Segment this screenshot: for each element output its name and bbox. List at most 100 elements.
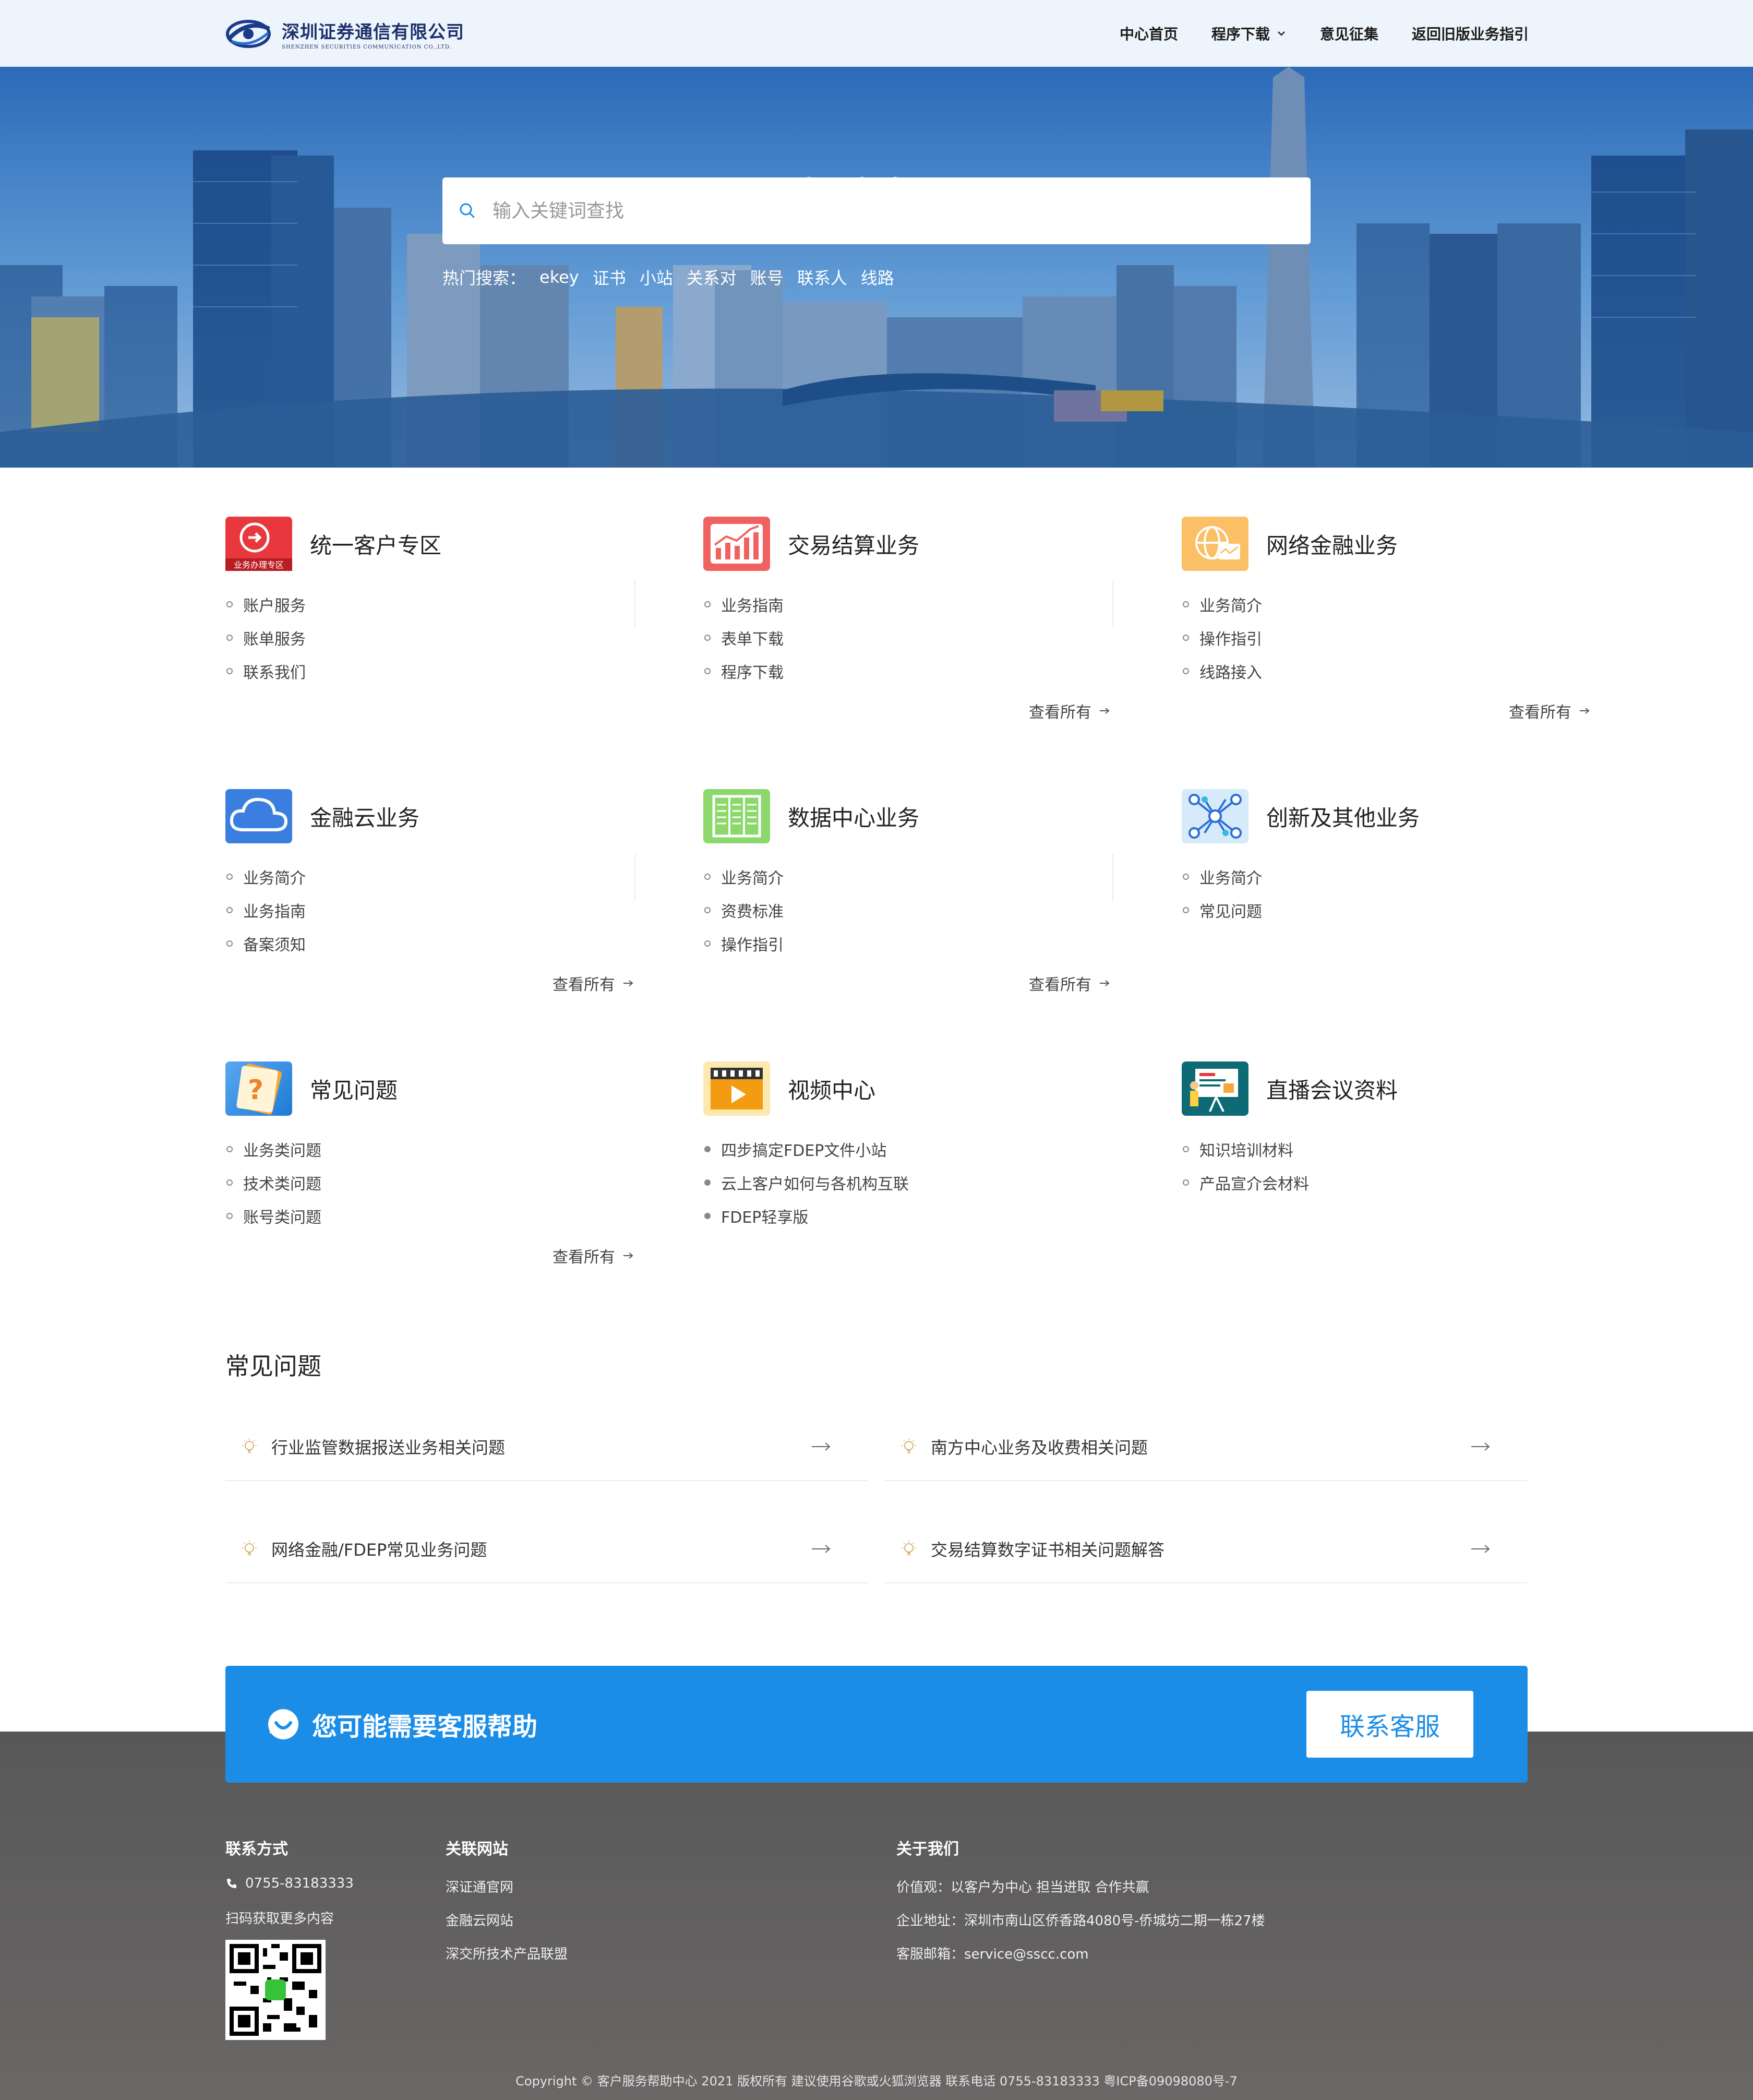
view-all-link[interactable]: 查看所有 xyxy=(1509,699,1590,722)
service-link[interactable]: 四步搞定FDEP文件小站 xyxy=(703,1132,1110,1166)
service-link[interactable]: 业务类问题 xyxy=(225,1132,632,1166)
view-all-link[interactable]: 查看所有 xyxy=(553,972,634,995)
service-link[interactable]: 产品宣介会材料 xyxy=(1182,1166,1589,1199)
service-link[interactable]: 备案须知 xyxy=(225,927,632,960)
service-link-label: 知识培训材料 xyxy=(1199,1142,1293,1160)
hot-tag-ekey[interactable]: ekey xyxy=(539,267,579,287)
hot-tag-cert[interactable]: 证书 xyxy=(593,265,626,289)
service-title[interactable]: 网络金融业务 xyxy=(1266,528,1398,560)
service-link[interactable]: 知识培训材料 xyxy=(1182,1132,1589,1166)
service-link[interactable]: 业务简介 xyxy=(703,860,1110,893)
view-all-label: 查看所有 xyxy=(1509,703,1571,722)
service-link-label: 操作指引 xyxy=(721,936,784,954)
service-link[interactable]: 资费标准 xyxy=(703,893,1110,927)
view-all-link[interactable]: 查看所有 xyxy=(1029,972,1110,995)
service-link[interactable]: 技术类问题 xyxy=(225,1166,632,1199)
service-link[interactable]: 联系我们 xyxy=(225,654,632,688)
service-link-label: 业务简介 xyxy=(243,869,306,888)
service-link-label: 操作指引 xyxy=(1199,630,1262,649)
service-title[interactable]: 创新及其他业务 xyxy=(1266,801,1420,832)
lightbulb-icon xyxy=(242,1541,257,1555)
service-link[interactable]: 常见问题 xyxy=(1182,893,1589,927)
presentation-board-icon[interactable] xyxy=(1182,1061,1248,1116)
network-nodes-icon[interactable] xyxy=(1182,789,1248,843)
chart-up-icon[interactable] xyxy=(703,517,770,571)
service-link-label: 线路接入 xyxy=(1199,664,1262,682)
bullet-icon xyxy=(226,1179,233,1186)
globe-network-icon[interactable] xyxy=(1182,517,1248,571)
main-nav: 中心首页 程序下载 意见征集 返回旧版业务指引 xyxy=(1120,0,1529,67)
service-link[interactable]: 业务简介 xyxy=(1182,588,1589,621)
hot-tag-line[interactable]: 线路 xyxy=(861,265,894,289)
service-title[interactable]: 直播会议资料 xyxy=(1266,1073,1398,1105)
service-link[interactable]: FDEP轻享版 xyxy=(703,1199,1110,1233)
service-link[interactable]: 云上客户如何与各机构互联 xyxy=(703,1166,1110,1199)
service-title[interactable]: 数据中心业务 xyxy=(788,801,919,832)
svg-text:业务办理专区: 业务办理专区 xyxy=(234,560,284,570)
service-title[interactable]: 统一客户专区 xyxy=(310,528,441,560)
nav-home[interactable]: 中心首页 xyxy=(1120,23,1178,44)
view-all-link[interactable]: 查看所有 xyxy=(553,1244,634,1267)
footer-link-sscc[interactable]: 深证通官网 xyxy=(446,1869,568,1903)
bullet-icon xyxy=(704,668,711,674)
chevron-down-icon xyxy=(1278,31,1285,36)
service-title[interactable]: 金融云业务 xyxy=(310,801,419,832)
service-link[interactable]: 表单下载 xyxy=(703,621,1110,654)
service-link[interactable]: 业务简介 xyxy=(225,860,632,893)
user-zone-icon[interactable]: 业务办理专区 xyxy=(225,517,292,571)
footer-link-fincloud[interactable]: 金融云网站 xyxy=(446,1903,568,1936)
service-link[interactable]: 操作指引 xyxy=(1182,621,1589,654)
faq-item[interactable]: 南方中心业务及收费相关问题 xyxy=(885,1413,1528,1481)
cta-text: 您可能需要客服帮助 xyxy=(312,1712,538,1741)
question-note-icon[interactable]: ? xyxy=(225,1061,292,1116)
service-link[interactable]: 业务指南 xyxy=(703,588,1110,621)
video-play-icon[interactable] xyxy=(703,1061,770,1116)
cloud-icon[interactable] xyxy=(225,789,292,843)
hot-tag-relation[interactable]: 关系对 xyxy=(687,265,737,289)
service-link[interactable]: 业务简介 xyxy=(1182,860,1589,893)
service-link[interactable]: 账单服务 xyxy=(225,621,632,654)
service-title[interactable]: 常见问题 xyxy=(310,1073,398,1105)
service-card-video-center: 视频中心 四步搞定FDEP文件小站 云上客户如何与各机构互联 FDEP轻享版 xyxy=(703,1061,1110,1233)
faq-item[interactable]: 交易结算数字证书相关问题解答 xyxy=(885,1516,1528,1583)
copyright-text: Copyright © 客户服务帮助中心 2021 版权所有 建议使用谷歌或火狐… xyxy=(515,2074,1238,2089)
service-link-label: 业务类问题 xyxy=(243,1142,321,1160)
arrow-right-icon xyxy=(623,1252,633,1259)
hot-tag-station[interactable]: 小站 xyxy=(640,265,673,289)
footer-email[interactable]: 客服邮箱：service@sscc.com xyxy=(896,1936,1265,1970)
service-title[interactable]: 视频中心 xyxy=(788,1073,875,1105)
nav-downloads[interactable]: 程序下载 xyxy=(1211,23,1287,44)
view-all-label: 查看所有 xyxy=(1029,703,1091,722)
bullet-icon xyxy=(704,907,711,913)
bullet-icon xyxy=(704,874,711,880)
company-logo[interactable]: 深圳证券通信有限公司 SHENZHEN SECURITIES COMMUNICA… xyxy=(224,16,464,52)
faq-item-label: 南方中心业务及收费相关问题 xyxy=(931,1438,1148,1458)
nav-feedback[interactable]: 意见征集 xyxy=(1320,23,1378,44)
service-link[interactable]: 操作指引 xyxy=(703,927,1110,960)
bullet-icon xyxy=(1183,668,1189,674)
contact-service-button[interactable]: 联系客服 xyxy=(1306,1691,1473,1758)
footer-link-szse-alliance[interactable]: 深交所技术产品联盟 xyxy=(446,1936,568,1970)
service-link[interactable]: 程序下载 xyxy=(703,654,1110,688)
server-rack-icon[interactable] xyxy=(703,789,770,843)
search-box[interactable] xyxy=(442,177,1311,244)
faq-item-label: 交易结算数字证书相关问题解答 xyxy=(931,1540,1165,1560)
hot-tag-account[interactable]: 账号 xyxy=(750,265,784,289)
logo-company-name-en: SHENZHEN SECURITIES COMMUNICATION CO.,LT… xyxy=(282,44,452,50)
faq-item[interactable]: 行业监管数据报送业务相关问题 xyxy=(225,1413,868,1481)
faq-item[interactable]: 网络金融/FDEP常见业务问题 xyxy=(225,1516,868,1583)
service-link[interactable]: 线路接入 xyxy=(1182,654,1589,688)
view-all-label: 查看所有 xyxy=(553,1248,615,1267)
footer-phone: 0755-83183333 xyxy=(225,1876,354,1891)
service-link[interactable]: 业务指南 xyxy=(225,893,632,927)
nav-home-label: 中心首页 xyxy=(1119,26,1178,43)
top-navbar: 深圳证券通信有限公司 SHENZHEN SECURITIES COMMUNICA… xyxy=(0,0,1753,67)
service-title[interactable]: 交易结算业务 xyxy=(788,528,919,560)
search-input[interactable] xyxy=(493,200,1275,222)
service-link-label: 账号类问题 xyxy=(243,1209,321,1227)
nav-old-guide[interactable]: 返回旧版业务指引 xyxy=(1412,23,1529,44)
service-link[interactable]: 账户服务 xyxy=(225,588,632,621)
view-all-link[interactable]: 查看所有 xyxy=(1029,699,1110,722)
service-link[interactable]: 账号类问题 xyxy=(225,1199,632,1233)
hot-tag-contact[interactable]: 联系人 xyxy=(797,265,847,289)
